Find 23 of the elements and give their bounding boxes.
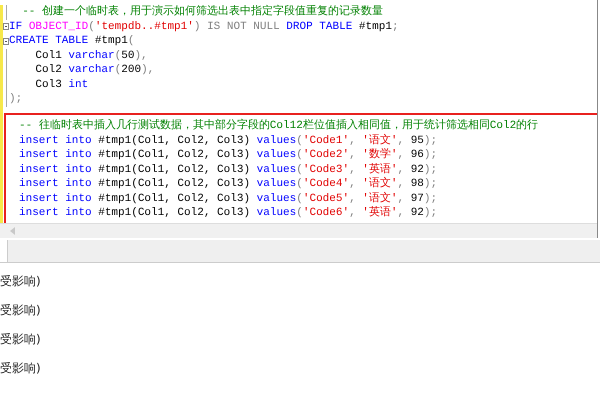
collapse-icon[interactable] <box>3 23 9 30</box>
code-line: insert into #tmp1(Col1, Col2, Col3) values('Code3', '英语', 92); <box>19 162 438 176</box>
code-line: -- 往临时表中插入几行测试数据，其中部分字段的Col12栏位值插入相同值，用于统计筛选相同Col2的行 <box>19 119 538 134</box>
code-line: insert into #tmp1(Col1, Col2, Col3) values('Code2', '数学', 96); <box>19 148 438 162</box>
code-line: -- 创建一个临时表，用于演示如何筛选出表中指定字段值重复的记录数量 <box>21 5 384 20</box>
code-line: IF OBJECT_ID('tempdb..#tmp1') IS NOT NULL DROP TABLE #tmp1; <box>9 20 399 34</box>
horizontal-scrollbar[interactable] <box>0 223 597 238</box>
code-line: Col2 varchar(200), <box>34 63 154 78</box>
code-line: insert into #tmp1(Col1, Col2, Col3) values('Code5', '语文', 97); <box>19 192 438 206</box>
message-line: 受影响) <box>0 303 42 319</box>
code-line: ); <box>9 92 22 106</box>
scroll-left-icon[interactable] <box>10 227 15 235</box>
collapse-icon[interactable] <box>3 38 9 45</box>
message-line: 受影响) <box>0 332 42 348</box>
code-line: insert into #tmp1(Col1, Col2, Col3) values('Code4', '语文', 98); <box>19 177 438 192</box>
code-line: insert into #tmp1(Col1, Col2, Col3) values('Code1', '语文', 95); <box>19 134 438 148</box>
code-line: CREATE TABLE #tmp1( <box>9 34 134 48</box>
code-line: Col3 int <box>34 78 88 92</box>
message-line: 受影响) <box>0 274 42 290</box>
message-line: 受影响) <box>0 361 42 377</box>
results-tab[interactable] <box>0 240 8 262</box>
code-line: Col1 varchar(50), <box>34 48 148 63</box>
code-line: insert into #tmp1(Col1, Col2, Col3) values('Code6', '英语', 92); <box>19 206 438 220</box>
